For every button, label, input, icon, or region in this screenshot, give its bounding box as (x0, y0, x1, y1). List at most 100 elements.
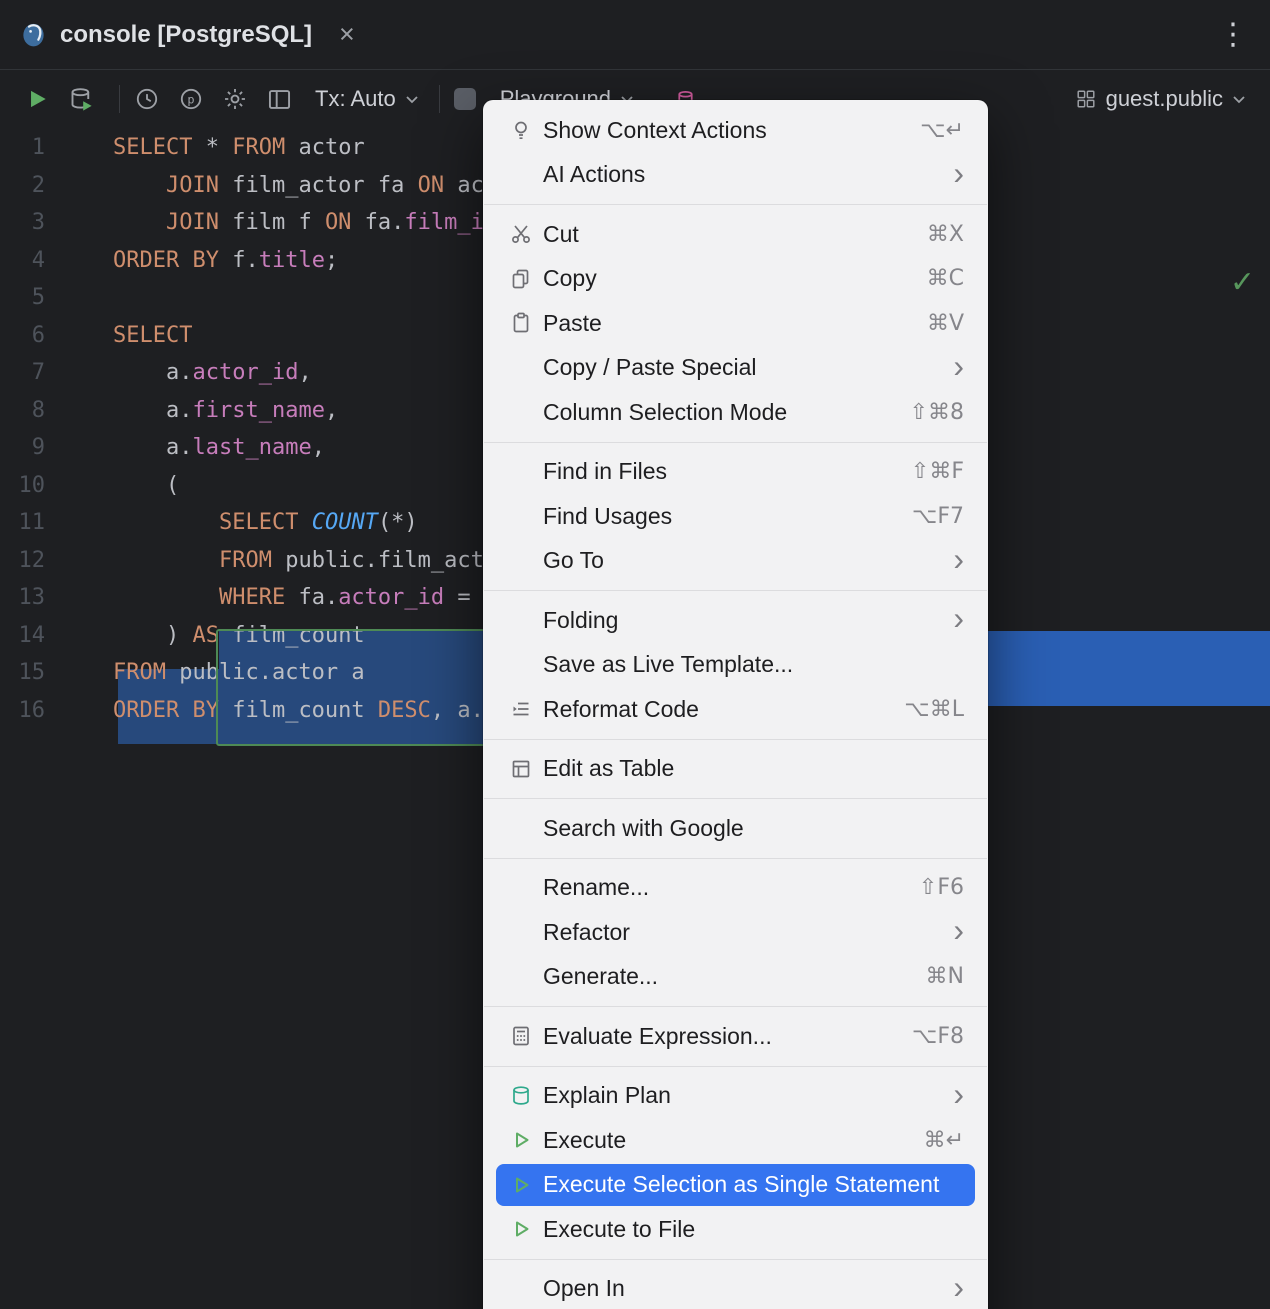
execute-icon (509, 1217, 533, 1241)
menu-item-copy[interactable]: Copy⌘C (483, 257, 988, 302)
menu-item-cut[interactable]: Cut⌘X (483, 212, 988, 257)
menu-item-search-with-google[interactable]: Search with Google (483, 806, 988, 851)
execute-icon (509, 1173, 533, 1197)
cut-icon (509, 222, 533, 246)
menu-icon-slot (509, 400, 533, 424)
menu-item-label: Execute (543, 1127, 626, 1154)
profiler-icon: p (178, 86, 204, 112)
menu-item-shortcut: ⇧F6 (919, 875, 964, 900)
toolbar-divider (119, 85, 120, 113)
schema-selector-dropdown[interactable]: guest.public (1075, 86, 1246, 112)
menu-item-label: Save as Live Template... (543, 651, 793, 678)
tab-title: console [PostgreSQL] (60, 21, 312, 49)
menu-item-go-to[interactable]: Go To› (483, 539, 988, 584)
gear-icon (222, 86, 248, 112)
code-text: a.last_name, (45, 435, 325, 460)
menu-item-edit-as-table[interactable]: Edit as Table (483, 747, 988, 792)
menu-item-shortcut: ⌥F7 (912, 504, 964, 529)
settings-button[interactable] (222, 82, 248, 116)
menu-separator (484, 1259, 987, 1260)
menu-separator (484, 798, 987, 799)
menu-item-shortcut: ⌘N (926, 964, 964, 989)
menu-item-paste[interactable]: Paste⌘V (483, 301, 988, 346)
menu-item-ai-actions[interactable]: AI Actions› (483, 153, 988, 198)
menu-item-shortcut: ⌥↵ (920, 118, 964, 143)
menu-separator (484, 590, 987, 591)
submenu-arrow-icon: › (953, 602, 964, 634)
menu-item-evaluate-expression[interactable]: Evaluate Expression...⌥F8 (483, 1014, 988, 1059)
code-text: FROM public.film_act (45, 548, 484, 573)
menu-icon-slot (509, 608, 533, 632)
menu-item-open-in[interactable]: Open In› (483, 1267, 988, 1309)
menu-item-label: Execute to File (543, 1216, 695, 1243)
menu-item-reformat-code[interactable]: Reformat Code⌥⌘L (483, 687, 988, 732)
layout-button[interactable] (266, 82, 293, 116)
execute-database-button[interactable] (68, 82, 95, 116)
menu-item-copy-paste-special[interactable]: Copy / Paste Special› (483, 346, 988, 391)
history-button[interactable] (134, 82, 160, 116)
submenu-arrow-icon: › (953, 350, 964, 382)
menu-item-execute-to-file[interactable]: Execute to File (483, 1207, 988, 1252)
line-number: 14 (0, 617, 45, 655)
menu-item-execute[interactable]: Execute⌘↵ (483, 1118, 988, 1163)
menu-item-label: Folding (543, 607, 618, 634)
menu-icon-slot (509, 920, 533, 944)
tx-mode-dropdown[interactable]: Tx: Auto (315, 86, 419, 112)
menu-item-explain-plan[interactable]: Explain Plan › (483, 1074, 988, 1119)
line-number: 2 (0, 167, 45, 205)
tab-console-postgresql[interactable]: console [PostgreSQL] × (20, 0, 355, 69)
menu-icon-slot (509, 965, 533, 989)
menu-item-label: Find in Files (543, 458, 667, 485)
success-check-icon: ✓ (1230, 265, 1255, 300)
menu-icon-slot (509, 1277, 533, 1301)
menu-item-find-usages[interactable]: Find Usages⌥F7 (483, 494, 988, 539)
menu-item-folding[interactable]: Folding › (483, 598, 988, 643)
title-bar: console [PostgreSQL] × ⋮ (0, 0, 1270, 70)
code-text: SELECT COUNT(*) (45, 510, 418, 535)
run-button[interactable] (24, 82, 50, 116)
menu-item-label: Explain Plan (543, 1082, 671, 1109)
panel-layout-icon (266, 86, 293, 113)
line-number: 9 (0, 429, 45, 467)
stop-button[interactable] (454, 82, 476, 116)
line-number: 10 (0, 467, 45, 505)
line-number: 4 (0, 242, 45, 280)
code-text: a.first_name, (45, 398, 338, 423)
context-menu: Show Context Actions⌥↵AI Actions›Cut⌘XCo… (483, 100, 988, 1309)
explain-plan-icon (509, 1084, 533, 1108)
line-number: 12 (0, 542, 45, 580)
code-text: ( (45, 473, 179, 498)
menu-item-execute-selection-as-single-statement[interactable]: Execute Selection as Single Statement (483, 1163, 988, 1208)
menu-icon-slot (509, 163, 533, 187)
menu-item-generate[interactable]: Generate...⌘N (483, 955, 988, 1000)
menu-item-rename[interactable]: Rename...⇧F6 (483, 866, 988, 911)
line-number: 7 (0, 354, 45, 392)
postgresql-icon (20, 21, 47, 48)
execute-icon (509, 1128, 533, 1152)
menu-item-label: Cut (543, 221, 579, 248)
menu-icon-slot (509, 876, 533, 900)
menu-item-find-in-files[interactable]: Find in Files⇧⌘F (483, 450, 988, 495)
menu-item-shortcut: ⌘V (927, 311, 964, 336)
menu-item-refactor[interactable]: Refactor› (483, 910, 988, 955)
line-number: 11 (0, 504, 45, 542)
line-number: 13 (0, 579, 45, 617)
line-number: 1 (0, 129, 45, 167)
code-text: SELECT * FROM actor (45, 135, 365, 160)
close-icon[interactable]: × (339, 21, 355, 48)
submenu-arrow-icon: › (953, 1078, 964, 1110)
menu-item-save-as-live-template[interactable]: Save as Live Template... (483, 643, 988, 688)
menu-separator (484, 204, 987, 205)
stop-icon (454, 88, 476, 110)
code-text: JOIN film f ON fa.film_i (45, 210, 484, 235)
code-text (45, 285, 113, 310)
kebab-menu-icon[interactable]: ⋮ (1218, 20, 1248, 50)
menu-item-column-selection-mode[interactable]: Column Selection Mode⇧⌘8 (483, 390, 988, 435)
menu-item-label: Reformat Code (543, 696, 699, 723)
history-clock-icon (134, 86, 160, 112)
code-text: WHERE fa.actor_id = (45, 585, 471, 610)
submenu-arrow-icon: › (953, 543, 964, 575)
profiler-button[interactable]: p (178, 82, 204, 116)
menu-separator (484, 442, 987, 443)
menu-item-show-context-actions[interactable]: Show Context Actions⌥↵ (483, 108, 988, 153)
